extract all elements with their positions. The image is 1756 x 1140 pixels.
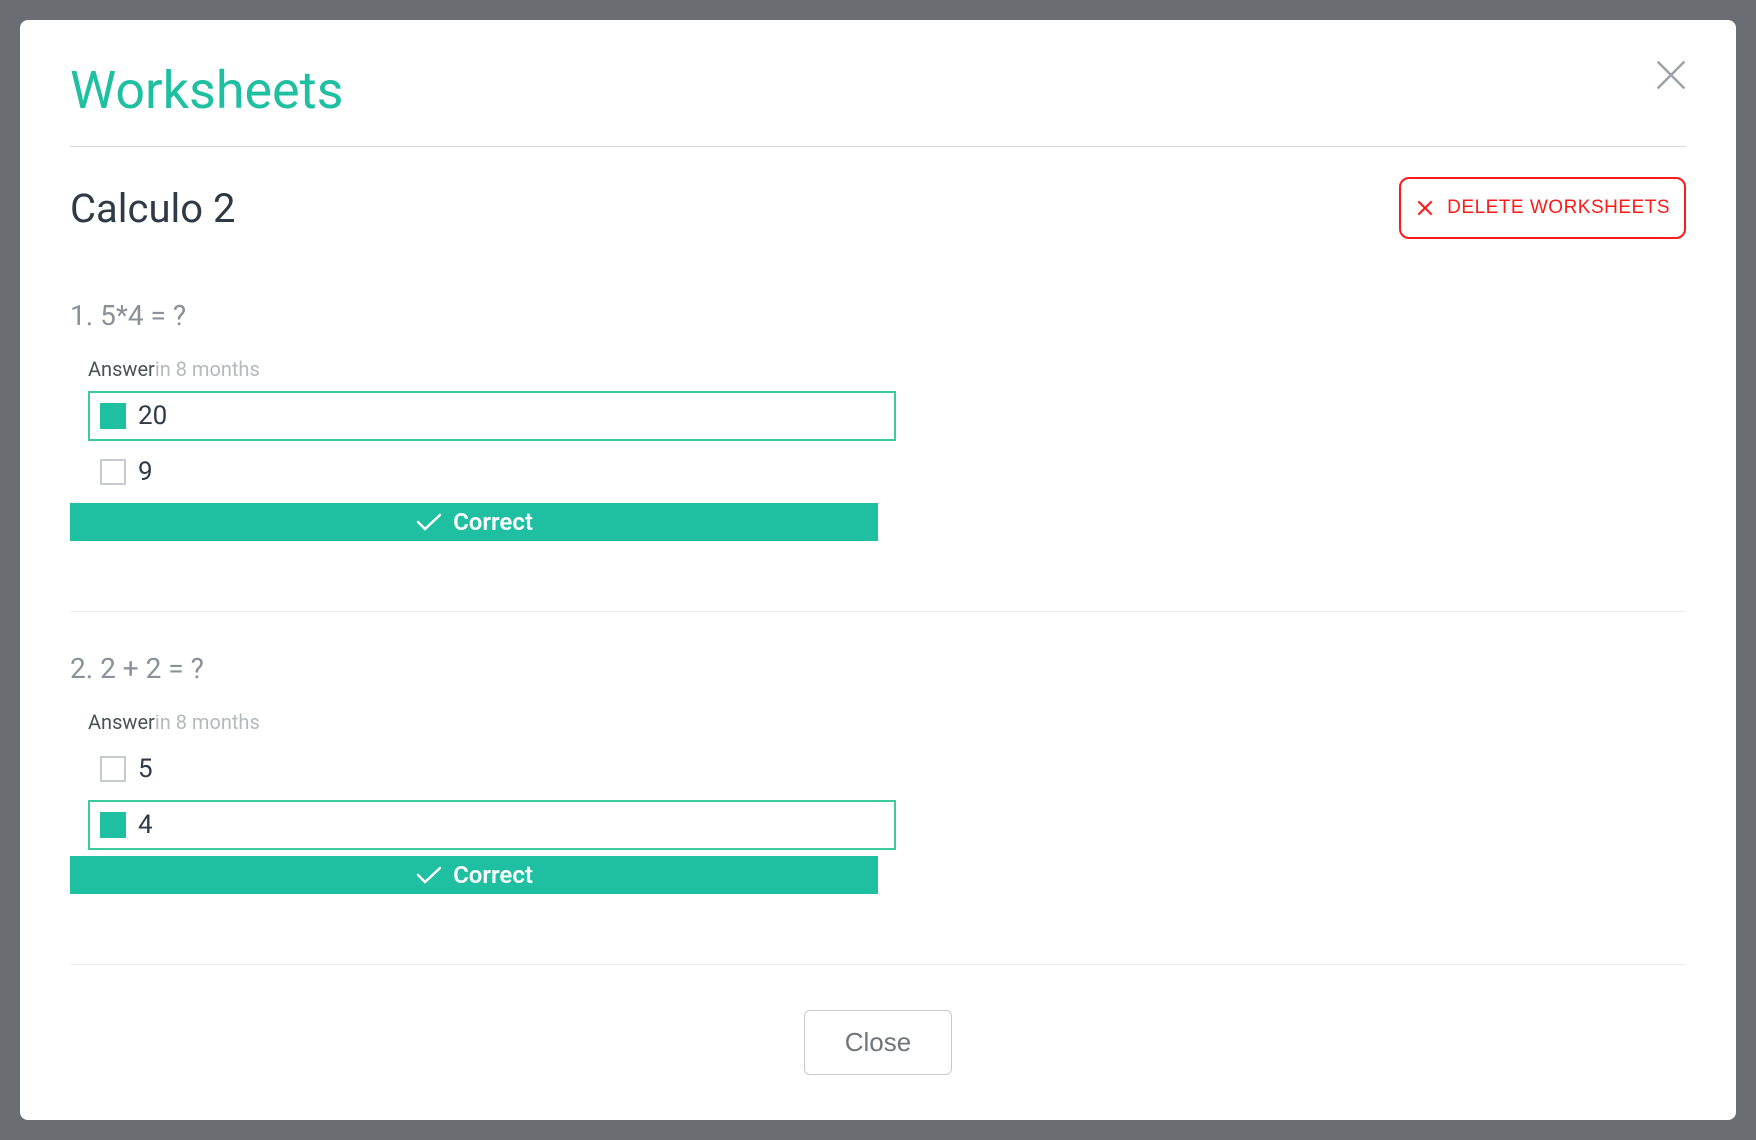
status-bar: Correct — [70, 856, 878, 894]
answer-option[interactable]: 4 — [88, 800, 896, 850]
page-title: Worksheets — [70, 60, 1686, 121]
checkbox-icon — [100, 812, 126, 838]
worksheet-name: Calculo 2 — [70, 185, 235, 232]
question-block: 1. 5*4 = ? Answerin 8 months 20 9 Correc… — [70, 299, 1686, 576]
question-block: 2. 2 + 2 = ? Answerin 8 months 5 4 Corre… — [70, 652, 1686, 929]
question-number: 1. — [70, 299, 93, 332]
question-number: 2. — [70, 652, 93, 685]
checkbox-icon — [100, 403, 126, 429]
options-list: 5 4 — [88, 744, 896, 850]
status-text: Correct — [453, 508, 533, 536]
option-label: 5 — [138, 754, 153, 784]
answer-time: in 8 months — [155, 710, 260, 734]
delete-worksheets-button[interactable]: DELETE WORKSHEETS — [1399, 177, 1686, 239]
question-prompt: 2 + 2 = ? — [100, 652, 204, 685]
answer-label: Answer — [88, 357, 155, 381]
option-label: 20 — [138, 401, 167, 431]
close-button[interactable]: Close — [804, 1010, 952, 1075]
question-divider — [70, 964, 1686, 965]
options-list: 20 9 — [88, 391, 896, 497]
worksheet-modal: Worksheets Calculo 2 DELETE WORKSHEETS 1… — [20, 20, 1736, 1120]
answer-option[interactable]: 9 — [88, 447, 896, 497]
option-label: 9 — [138, 457, 153, 487]
modal-footer: Close — [70, 1010, 1686, 1075]
answer-meta: Answerin 8 months — [88, 357, 1686, 381]
answer-option[interactable]: 20 — [88, 391, 896, 441]
header-row: Calculo 2 DELETE WORKSHEETS — [70, 177, 1686, 239]
status-bar: Correct — [70, 503, 878, 541]
question-prompt: 5*4 = ? — [100, 299, 186, 332]
checkbox-icon — [100, 756, 126, 782]
x-icon — [1415, 198, 1435, 218]
checkbox-icon — [100, 459, 126, 485]
delete-label: DELETE WORKSHEETS — [1447, 197, 1670, 219]
status-text: Correct — [453, 861, 533, 889]
close-icon[interactable] — [1651, 55, 1691, 95]
check-icon — [415, 512, 443, 532]
answer-time: in 8 months — [155, 357, 260, 381]
question-text: 2. 2 + 2 = ? — [70, 652, 1686, 685]
answer-label: Answer — [88, 710, 155, 734]
question-divider — [70, 611, 1686, 612]
divider — [70, 146, 1686, 147]
check-icon — [415, 865, 443, 885]
answer-option[interactable]: 5 — [88, 744, 896, 794]
answer-meta: Answerin 8 months — [88, 710, 1686, 734]
question-text: 1. 5*4 = ? — [70, 299, 1686, 332]
option-label: 4 — [138, 810, 153, 840]
